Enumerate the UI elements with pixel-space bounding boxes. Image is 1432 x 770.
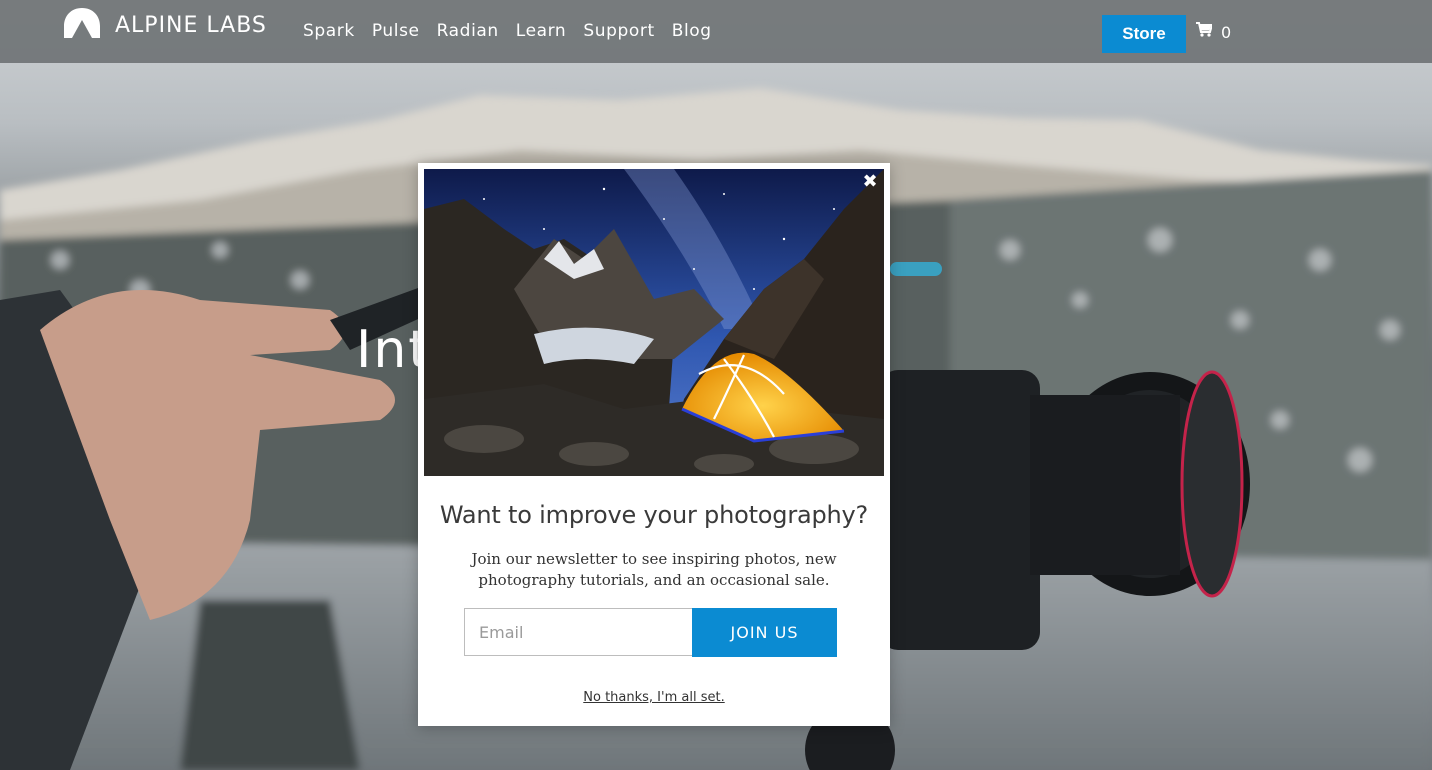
- modal-heading: Want to improve your photography?: [439, 501, 869, 529]
- newsletter-modal: ✖ Want to improve your photography? Join…: [418, 163, 890, 726]
- cart-count: 0: [1221, 22, 1232, 42]
- nav-link-blog[interactable]: Blog: [672, 21, 712, 41]
- nav-link-radian[interactable]: Radian: [437, 21, 499, 41]
- close-icon[interactable]: ✖: [862, 173, 878, 191]
- nav-link-support[interactable]: Support: [583, 21, 654, 41]
- modal-description: Join our newsletter to see inspiring pho…: [471, 550, 837, 589]
- brand-name: ALPINE LABS: [115, 12, 267, 38]
- top-navbar: ALPINE LABS Spark Pulse Radian Learn Sup…: [0, 0, 1432, 63]
- cart-link[interactable]: 0: [1196, 22, 1231, 42]
- night-sky-tent-photo: [424, 169, 884, 476]
- nav-link-learn[interactable]: Learn: [516, 21, 567, 41]
- nav-link-spark[interactable]: Spark: [303, 21, 355, 41]
- store-button[interactable]: Store: [1102, 15, 1186, 53]
- mountain-logo-icon: [63, 7, 101, 44]
- join-us-button[interactable]: JOIN US: [692, 608, 837, 657]
- shopping-cart-icon: [1196, 22, 1214, 42]
- nav-link-pulse[interactable]: Pulse: [372, 21, 420, 41]
- brand-logo[interactable]: ALPINE LABS: [63, 7, 267, 44]
- dismiss-link[interactable]: No thanks, I'm all set.: [418, 690, 890, 705]
- main-nav: Spark Pulse Radian Learn Support Blog: [303, 21, 729, 41]
- email-field[interactable]: [464, 608, 692, 656]
